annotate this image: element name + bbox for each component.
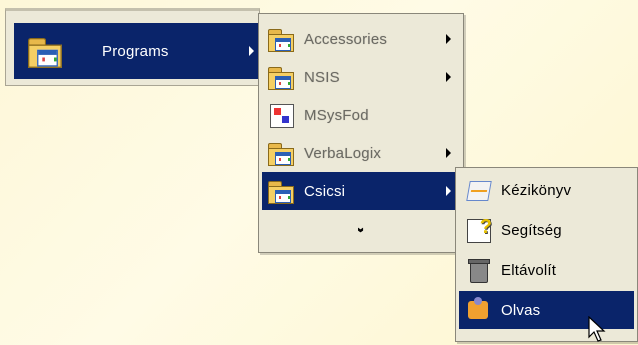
menu-item-kezikonyv[interactable]: Kézikönyv bbox=[459, 171, 634, 209]
reader-icon bbox=[465, 297, 491, 323]
help-icon: ? bbox=[465, 216, 492, 243]
programs-submenu: Accessories NSIS MSysFod VerbaLogix Csic… bbox=[258, 13, 464, 253]
programs-menu-item[interactable]: Programs bbox=[14, 23, 260, 79]
csicsi-submenu: Kézikönyv ? Segítség Eltávolít Olvas bbox=[455, 167, 638, 342]
start-menu-panel: Programs bbox=[5, 8, 260, 86]
menu-item-segitseg[interactable]: ? Segítség bbox=[459, 211, 634, 249]
submenu-arrow-icon bbox=[249, 46, 254, 56]
submenu-arrow-icon bbox=[446, 34, 451, 44]
program-folder-icon bbox=[268, 178, 294, 204]
menu-item-verbalogix[interactable]: VerbaLogix bbox=[262, 134, 460, 172]
menu-item-label: Olvas bbox=[501, 301, 541, 319]
menu-item-accessories[interactable]: Accessories bbox=[262, 20, 460, 58]
program-folder-icon bbox=[268, 64, 294, 90]
expand-more-button[interactable]: ›› bbox=[262, 214, 460, 242]
menu-item-label: MSysFod bbox=[304, 106, 369, 124]
menu-item-label: NSIS bbox=[304, 68, 340, 86]
menu-item-nsis[interactable]: NSIS bbox=[262, 58, 460, 96]
menu-item-csicsi[interactable]: Csicsi bbox=[262, 172, 460, 210]
menu-item-label: Eltávolít bbox=[501, 261, 557, 279]
menu-item-label: Kézikönyv bbox=[501, 181, 572, 199]
menu-item-label: Csicsi bbox=[304, 182, 346, 200]
submenu-arrow-icon bbox=[446, 72, 451, 82]
programs-folder-icon bbox=[28, 35, 64, 68]
submenu-arrow-icon bbox=[446, 148, 451, 158]
manual-icon bbox=[465, 177, 492, 203]
submenu-arrow-icon bbox=[446, 186, 451, 196]
menu-item-msysfod[interactable]: MSysFod bbox=[262, 96, 460, 134]
menu-item-label: Accessories bbox=[304, 30, 388, 48]
menu-item-label: Segítség bbox=[501, 221, 562, 239]
programs-label: Programs bbox=[102, 42, 169, 60]
application-icon bbox=[268, 102, 294, 128]
uninstall-icon bbox=[465, 257, 491, 283]
program-folder-icon bbox=[268, 140, 294, 166]
menu-item-eltavolit[interactable]: Eltávolít bbox=[459, 251, 634, 289]
menu-item-label: VerbaLogix bbox=[304, 144, 382, 162]
program-folder-icon bbox=[268, 26, 294, 52]
double-chevron-down-icon: ›› bbox=[353, 226, 369, 230]
